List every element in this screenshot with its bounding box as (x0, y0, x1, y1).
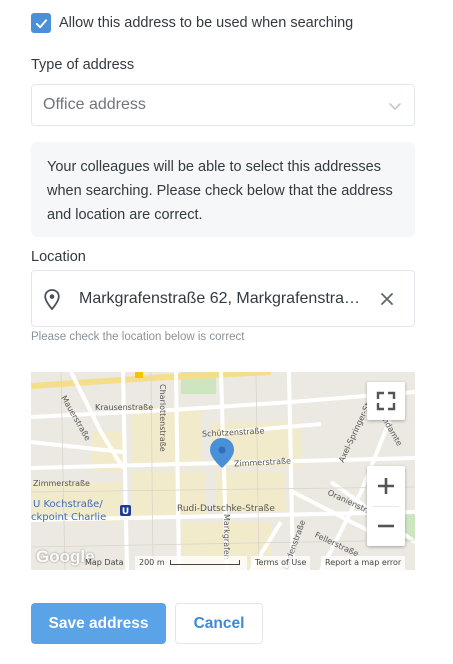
map-fullscreen-button[interactable] (367, 382, 405, 420)
map-scale: 200 m (135, 556, 247, 570)
map-data-link[interactable]: Map Data (81, 556, 128, 570)
allow-search-checkbox[interactable] (31, 13, 51, 33)
minus-icon (378, 524, 394, 528)
location-pin-icon (44, 289, 60, 310)
allow-search-label: Allow this address to be used when searc… (59, 15, 354, 31)
map-scale-label: 200 m (139, 558, 165, 567)
map-street-label: Markgrafen (222, 514, 231, 560)
allow-search-checkbox-row[interactable]: Allow this address to be used when searc… (31, 13, 353, 33)
map-station-label: ckpoint Charlie (31, 512, 107, 523)
map-terms-link[interactable]: Terms of Use (251, 556, 311, 570)
map-street-label: Zimmerstraße (33, 479, 90, 488)
location-value: Markgrafenstraße 62, Markgrafenstraße, B… (79, 290, 363, 307)
location-label: Location (31, 249, 86, 265)
map-street-label: Charlottenstraße (158, 384, 167, 452)
zoom-in-button[interactable] (367, 466, 405, 506)
location-hint: Please check the location below is corre… (31, 331, 245, 343)
checkmark-icon (35, 18, 47, 28)
map-station-label: U Kochstraße/ (33, 499, 103, 510)
address-type-select[interactable]: Office address (31, 84, 415, 126)
plus-icon (378, 478, 394, 494)
location-map[interactable]: U Krausenstraße Mauerstraße Charlottenst… (31, 372, 415, 570)
map-street-label: Krausenstraße (95, 403, 154, 412)
zoom-out-button[interactable] (367, 506, 405, 546)
map-scale-bar (170, 560, 241, 565)
cancel-button[interactable]: Cancel (175, 603, 263, 644)
svg-text:U: U (122, 507, 129, 517)
fullscreen-icon (376, 391, 396, 411)
location-input[interactable]: Markgrafenstraße 62, Markgrafenstraße, B… (31, 270, 415, 327)
address-type-value: Office address (43, 96, 146, 113)
clear-icon[interactable] (380, 292, 394, 306)
info-message: Your colleagues will be able to select t… (31, 142, 415, 237)
chevron-down-icon (389, 103, 401, 110)
save-address-button[interactable]: Save address (31, 603, 166, 644)
map-report-link[interactable]: Report a map error (321, 556, 406, 570)
address-type-label: Type of address (31, 57, 135, 73)
map-street-label: Rudi-Dutschke-Straße (177, 504, 275, 514)
map-zoom-control (367, 466, 405, 546)
